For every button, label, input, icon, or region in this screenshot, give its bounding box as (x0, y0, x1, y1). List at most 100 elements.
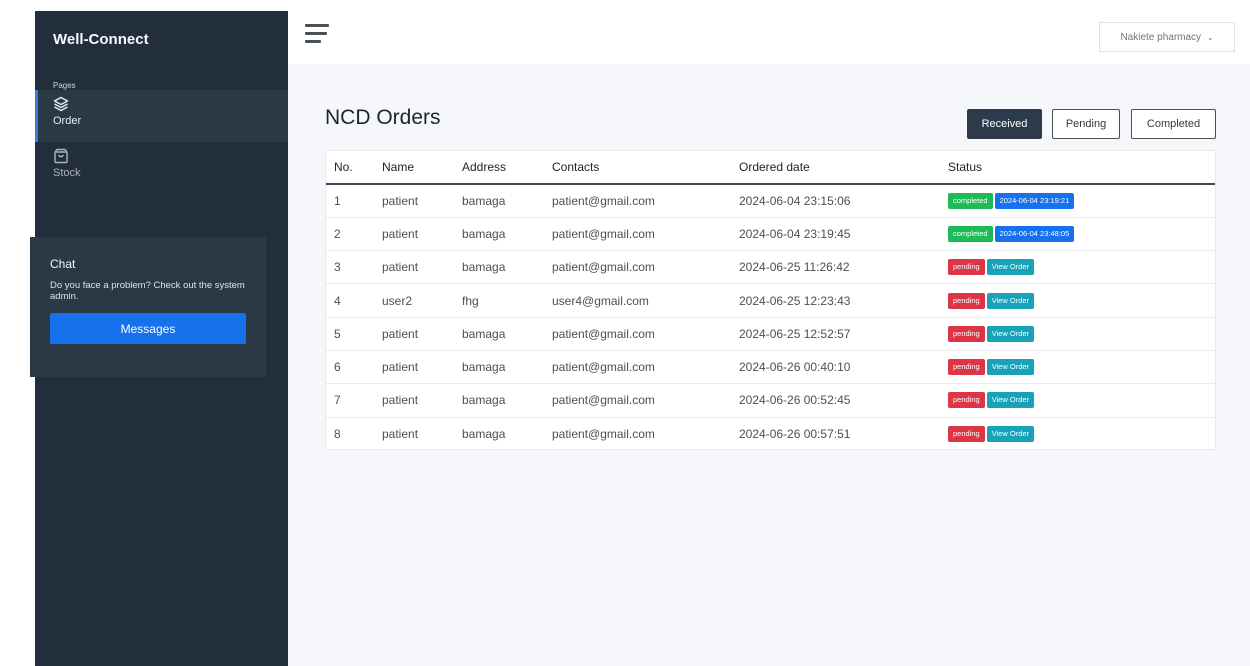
cell-no: 6 (326, 350, 382, 385)
column-header-contacts: Contacts (552, 151, 739, 185)
cell-ordered-date: 2024-06-26 00:57:51 (739, 426, 851, 441)
brand-logo[interactable]: Well-Connect (35, 11, 288, 66)
cell-status: pending View Order (948, 383, 1215, 418)
status-badge: pending (948, 359, 985, 376)
view-order-button[interactable]: View Order (986, 259, 1035, 276)
cell-status: completed 2024-06-04 23:19:21 (948, 184, 1215, 218)
cell-contact: patient@gmail.com (552, 317, 739, 351)
status-badge: pending (948, 392, 985, 409)
cell-address: fhg (462, 283, 552, 318)
cell-address: bamaga (462, 383, 552, 418)
status-badge: completed (948, 192, 993, 209)
table-row: 2 patient bamaga patient@gmail.com 2024-06-0… (326, 217, 1215, 252)
sidebar-item-stock[interactable]: Stock (35, 142, 288, 194)
cell-name: patient (382, 217, 462, 252)
shopping-bag-icon (53, 148, 69, 164)
status-badge: pending (948, 325, 985, 342)
view-order-button[interactable]: View Order (986, 425, 1035, 442)
filter-completed-button[interactable]: Completed (1131, 109, 1216, 139)
orders-table-card: No. Name Address Contacts Ordered date S… (325, 150, 1216, 450)
cell-contact: patient@gmail.com (552, 184, 739, 218)
status-badge: pending (948, 425, 985, 442)
hamburger-icon[interactable] (305, 24, 329, 46)
cell-status: completed 2024-06-04 23:48:05 (948, 217, 1215, 252)
cell-no: 2 (326, 217, 382, 252)
cell-contact: patient@gmail.com (552, 250, 739, 285)
table-row: 4 user2 fhg user4@gmail.com 2024-06-25 12:23… (326, 283, 1215, 318)
cell-contact: patient@gmail.com (552, 350, 739, 385)
column-header-ordered-date: Ordered date (739, 151, 948, 185)
table-row: 5 patient bamaga patient@gmail.com 2024-06-2… (326, 317, 1215, 351)
cell-ordered-date: 2024-06-25 12:52:57 (739, 317, 948, 351)
cell-name: patient (382, 250, 462, 285)
cell-ordered-date: 2024-06-25 12:23:43 (739, 283, 948, 318)
cell-status: pending View Order (948, 317, 1215, 351)
table-row: 8 patient bamaga patient@gmail.com 2024-06-2… (326, 417, 1215, 450)
cell-contact: patient@gmail.com (552, 383, 739, 418)
completed-date-badge: 2024-06-04 23:48:05 (994, 225, 1075, 242)
column-header-name: Name (382, 151, 462, 185)
sidebar-item-label: Stock (53, 167, 81, 179)
cell-contact: patient@gmail.com (552, 426, 655, 441)
cell-no: 7 (326, 383, 382, 418)
messages-button[interactable]: Messages (50, 313, 246, 344)
view-order-button[interactable]: View Order (986, 325, 1035, 342)
table-row: 6 patient bamaga patient@gmail.com 2024-06-2… (326, 350, 1215, 385)
cell-no: 5 (326, 317, 382, 351)
cell-address: bamaga (462, 426, 506, 441)
cell-name: user2 (382, 283, 462, 318)
cell-ordered-date: 2024-06-04 23:15:06 (739, 184, 948, 218)
sidebar-section-label: Pages (53, 81, 76, 90)
column-header-status: Status (948, 151, 1215, 185)
cell-address: bamaga (462, 250, 552, 285)
page-title: NCD Orders (325, 106, 441, 129)
view-order-button[interactable]: View Order (986, 292, 1035, 309)
column-header-no: No. (326, 151, 382, 185)
cell-contact: patient@gmail.com (552, 217, 739, 252)
chat-title: Chat (50, 257, 76, 271)
cell-name: patient (382, 350, 462, 385)
cell-address: bamaga (462, 350, 552, 385)
table-row: 7 patient bamaga patient@gmail.com 2024-06-2… (326, 383, 1215, 418)
table-header-row: No. Name Address Contacts Ordered date S… (326, 151, 1215, 185)
cell-name: patient (382, 426, 419, 441)
chat-card: Chat Do you face a problem? Check out th… (30, 237, 266, 377)
view-order-button[interactable]: View Order (986, 359, 1035, 376)
layers-icon (53, 96, 69, 112)
sidebar-item-label: Order (53, 115, 82, 127)
cell-no: 1 (326, 184, 382, 218)
orders-table: No. Name Address Contacts Ordered date S… (326, 151, 1215, 450)
filter-pending-button[interactable]: Pending (1052, 109, 1120, 139)
chat-description: Do you face a problem? Check out the sys… (50, 280, 245, 302)
cell-ordered-date: 2024-06-26 00:52:45 (739, 383, 948, 418)
view-order-button[interactable]: View Order (986, 392, 1035, 409)
cell-status: pending View Order (948, 250, 1215, 285)
cell-name: patient (382, 317, 462, 351)
cell-address: bamaga (462, 184, 552, 218)
column-header-address: Address (462, 151, 552, 185)
cell-ordered-date: 2024-06-25 11:26:42 (739, 250, 948, 285)
cell-ordered-date: 2024-06-26 00:40:10 (739, 350, 948, 385)
pharmacy-dropdown[interactable]: Nakiete pharmacy ⌄ (1099, 22, 1235, 52)
cell-no: 8 (334, 426, 341, 441)
sidebar-item-order[interactable]: Order (35, 90, 288, 142)
table-row: 1 patient bamaga patient@gmail.com 2024-06-0… (326, 184, 1215, 218)
status-badge: pending (948, 292, 985, 309)
status-badge: completed (948, 225, 993, 242)
cell-address: bamaga (462, 317, 552, 351)
status-badge: pending (948, 259, 985, 276)
cell-status: pending View Order (948, 417, 1215, 450)
chevron-down-icon: ⌄ (1206, 33, 1214, 42)
cell-name: patient (382, 184, 462, 218)
cell-name: patient (382, 383, 462, 418)
cell-no: 4 (326, 283, 382, 318)
cell-ordered-date: 2024-06-04 23:19:45 (739, 217, 948, 252)
filter-received-button[interactable]: Received (967, 109, 1042, 139)
pharmacy-name: Nakiete pharmacy (1120, 32, 1202, 43)
cell-status: pending View Order (948, 350, 1215, 385)
cell-contact: user4@gmail.com (552, 283, 739, 318)
completed-date-badge: 2024-06-04 23:19:21 (994, 192, 1075, 209)
cell-status: pending View Order (948, 283, 1215, 318)
cell-address: bamaga (462, 217, 552, 252)
cell-no: 3 (326, 250, 382, 285)
